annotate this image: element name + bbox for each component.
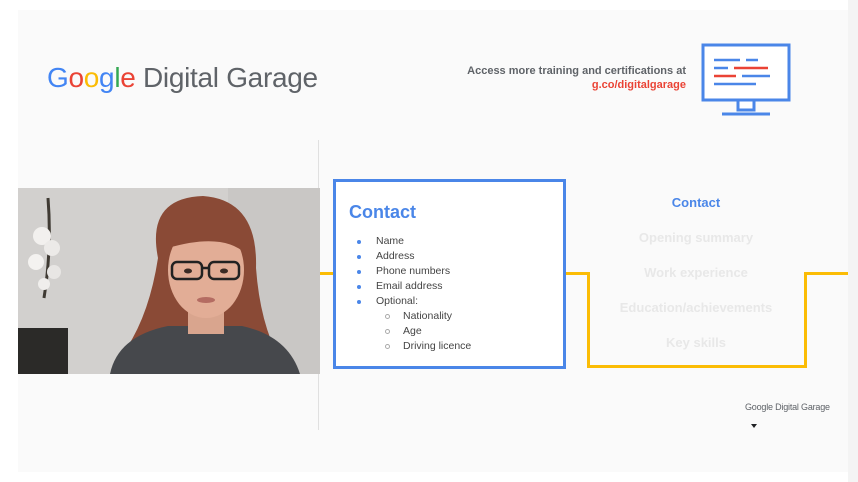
optional-field-list: Nationality Age Driving licence: [385, 309, 471, 354]
cv-section-contact: Contact: [671, 195, 721, 210]
screen: Google Digital Garage Access more traini…: [0, 0, 858, 482]
footer-brand: Google Digital Garage: [745, 402, 830, 412]
right-margin: [848, 0, 858, 482]
access-text: Access more training and certifications …: [467, 65, 686, 77]
list-item: Optional: Nationality Age Driving licenc…: [356, 294, 471, 354]
cv-section-opening-summary: Opening summary: [638, 230, 754, 245]
presenter-video: [18, 188, 320, 374]
list-item: Nationality: [385, 309, 471, 324]
list-item: Address: [356, 249, 471, 264]
contact-card: Contact Name Address Phone numbers Email…: [333, 179, 566, 369]
timeline-segment-1: [318, 272, 333, 275]
training-callout: Access more training and certifications …: [430, 64, 686, 92]
timeline-segment-6: [804, 272, 848, 275]
cv-section-work-experience: Work experience: [644, 265, 748, 280]
presenter-image: [18, 188, 320, 374]
list-item: Name: [356, 234, 471, 249]
computer-monitor-icon: [701, 43, 791, 116]
list-item: Phone numbers: [356, 264, 471, 279]
list-item: Driving licence: [385, 339, 471, 354]
contact-field-list: Name Address Phone numbers Email address…: [356, 234, 471, 354]
access-link[interactable]: g.co/digitalgarage: [430, 78, 686, 92]
cv-section-list: Contact Opening summary Work experience …: [600, 195, 792, 370]
mouse-cursor-icon: [751, 424, 757, 428]
cv-section-key-skills: Key skills: [666, 335, 726, 350]
cv-section-education: Education/achievements: [619, 300, 773, 315]
contact-card-title: Contact: [349, 202, 416, 222]
timeline-segment-5: [804, 272, 807, 368]
list-item: Age: [385, 324, 471, 339]
timeline-segment-3: [587, 272, 590, 368]
google-digital-garage-logo: Google Digital Garage: [47, 62, 318, 93]
optional-label: Optional:: [376, 295, 419, 307]
left-margin: [0, 0, 18, 482]
list-item: Email address: [356, 279, 471, 294]
